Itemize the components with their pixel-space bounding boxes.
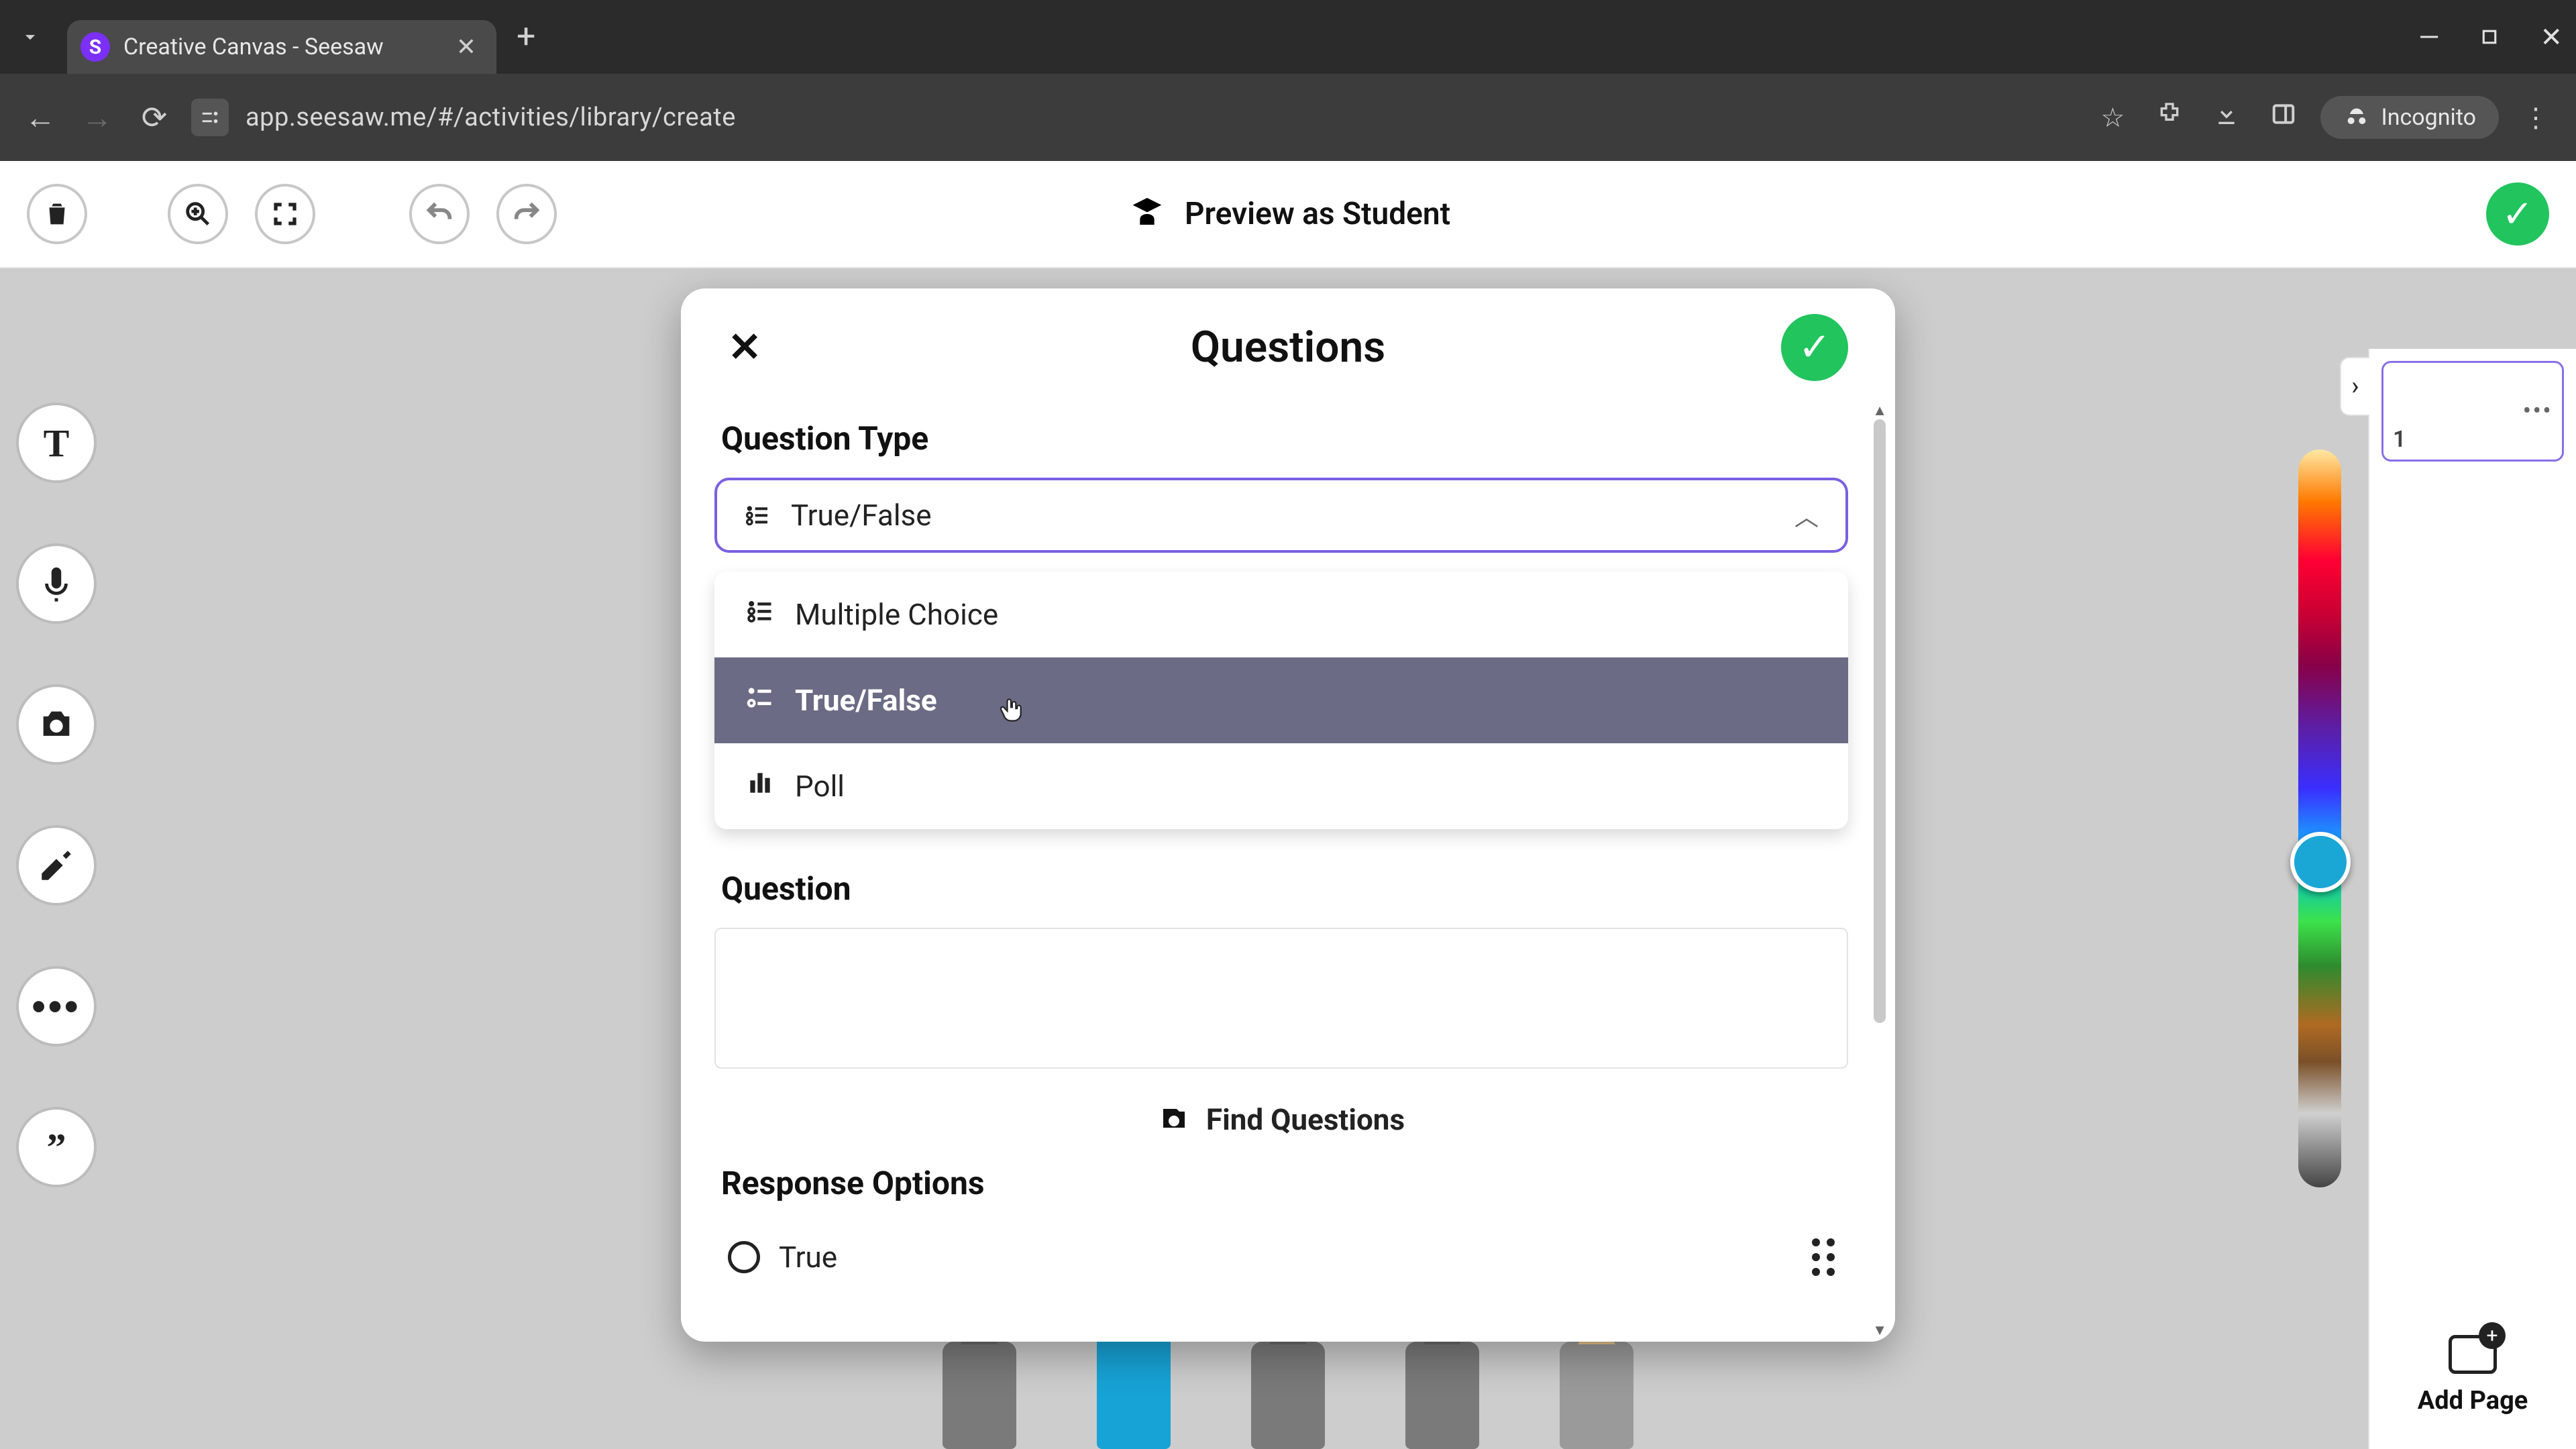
quote-tool[interactable]: ”	[16, 1107, 97, 1187]
camera-tool[interactable]	[16, 684, 97, 765]
modal-body: Question Type True/False ︿ Multiple Choi…	[681, 399, 1895, 1342]
question-section-label: Question	[721, 869, 1848, 908]
fullscreen-icon[interactable]	[255, 184, 315, 244]
question-type-options: Multiple Choice True/False	[714, 572, 1848, 829]
app-topbar: Preview as Student ✓	[0, 161, 2576, 268]
option-poll[interactable]: Poll	[714, 743, 1848, 829]
find-questions-button[interactable]: Find Questions	[714, 1102, 1848, 1137]
bookmark-star-icon[interactable]: ☆	[2092, 102, 2133, 133]
url-text[interactable]: app.seesaw.me/#/activities/library/creat…	[246, 103, 2076, 132]
browser-tab[interactable]: S Creative Canvas - Seesaw ✕	[67, 20, 496, 74]
site-settings-icon[interactable]	[191, 99, 229, 136]
sidepanel-icon[interactable]	[2263, 101, 2304, 133]
modal-header: ✕ Questions ✓	[681, 288, 1895, 399]
extensions-icon[interactable]	[2149, 101, 2190, 134]
pages-panel: › 1 ••• Add Page	[2368, 349, 2576, 1449]
scroll-thumb[interactable]	[1874, 419, 1886, 1023]
downloads-icon[interactable]	[2206, 101, 2247, 134]
seesaw-app: Preview as Student ✓ T ••• ” ›	[0, 161, 2576, 1449]
draw-tool[interactable]	[16, 825, 97, 906]
browser-tabbar: S Creative Canvas - Seesaw ✕ + — ✕	[0, 0, 2576, 74]
question-type-label: Question Type	[721, 419, 1848, 458]
undo-icon[interactable]	[409, 184, 470, 244]
text-tool[interactable]: T	[16, 402, 97, 483]
option-label: True/False	[795, 683, 937, 718]
preview-label: Preview as Student	[1185, 196, 1450, 232]
done-check-button[interactable]: ✓	[2486, 182, 2549, 246]
true-false-icon	[745, 682, 775, 719]
radio-icon[interactable]	[728, 1241, 760, 1273]
poll-icon	[745, 768, 775, 805]
pencil-tool[interactable]	[1560, 1342, 1633, 1449]
window-close-icon[interactable]: ✕	[2540, 21, 2563, 53]
window-minimize-icon[interactable]: —	[2418, 21, 2439, 53]
find-questions-label: Find Questions	[1206, 1102, 1405, 1137]
tabs-dropdown-icon[interactable]	[7, 13, 54, 60]
response-options-label: Response Options	[721, 1164, 1848, 1202]
modal-close-icon[interactable]: ✕	[728, 323, 761, 371]
question-type-selected-value: True/False	[791, 498, 932, 533]
chevron-up-icon: ︿	[1794, 498, 1819, 533]
cursor-hand-icon	[996, 695, 1026, 732]
page-number: 1	[2393, 426, 2406, 453]
browser-addressbar: ← → ⟳ app.seesaw.me/#/activities/library…	[0, 74, 2576, 161]
option-label: Poll	[795, 769, 845, 804]
question-textarea[interactable]	[714, 928, 1848, 1069]
tab-close-icon[interactable]: ✕	[456, 33, 476, 61]
list-icon	[744, 502, 771, 529]
incognito-label: Incognito	[2381, 104, 2476, 131]
browser-menu-icon[interactable]: ⋮	[2516, 102, 2556, 133]
trash-icon[interactable]	[27, 184, 87, 244]
multiple-choice-icon	[745, 596, 775, 633]
window-controls: — ✕	[2418, 21, 2563, 53]
incognito-badge[interactable]: Incognito	[2320, 96, 2499, 139]
pen-tool-3[interactable]	[1251, 1342, 1325, 1449]
new-tab-button[interactable]: +	[517, 17, 535, 56]
tab-favicon: S	[80, 32, 110, 62]
redo-icon[interactable]	[496, 184, 557, 244]
page-menu-icon[interactable]: •••	[2523, 396, 2553, 426]
question-type-select[interactable]: True/False ︿	[714, 478, 1848, 553]
pages-collapse-icon[interactable]: ›	[2340, 357, 2369, 416]
scroll-down-icon[interactable]: ▼	[1872, 1322, 1887, 1339]
more-tools-icon[interactable]: •••	[16, 966, 97, 1046]
tool-rail: T ••• ”	[16, 402, 97, 1187]
nav-reload-icon[interactable]: ⟳	[134, 97, 174, 138]
zoom-in-icon[interactable]	[168, 184, 228, 244]
modal-confirm-button[interactable]: ✓	[1781, 314, 1848, 381]
color-knob[interactable]	[2290, 832, 2351, 892]
add-page-icon	[2449, 1335, 2497, 1374]
nav-back-icon[interactable]: ←	[20, 97, 60, 138]
add-page-label: Add Page	[2418, 1386, 2528, 1415]
response-option-row[interactable]: True	[714, 1222, 1848, 1276]
questions-modal: ✕ Questions ✓ Question Type True/False ︿	[681, 288, 1895, 1342]
option-multiple-choice[interactable]: Multiple Choice	[714, 572, 1848, 657]
marker-tool[interactable]	[1405, 1342, 1479, 1449]
page-thumbnail[interactable]: 1 •••	[2381, 361, 2564, 462]
option-true-false[interactable]: True/False	[714, 657, 1848, 743]
nav-forward-icon: →	[77, 97, 117, 138]
modal-scrollbar[interactable]: ▲ ▼	[1871, 406, 1887, 1335]
microphone-tool[interactable]	[16, 543, 97, 624]
tab-title: Creative Canvas - Seesaw	[123, 34, 443, 60]
window-maximize-icon[interactable]	[2479, 21, 2500, 53]
preview-as-student-button[interactable]: Preview as Student	[1126, 193, 1450, 235]
option-label: Multiple Choice	[795, 597, 998, 632]
pen-tool-1[interactable]	[943, 1342, 1016, 1449]
modal-title: Questions	[1191, 322, 1385, 372]
response-option-text: True	[779, 1240, 837, 1275]
drag-handle-icon[interactable]	[1812, 1238, 1835, 1276]
add-page-button[interactable]: Add Page	[2369, 1308, 2576, 1449]
color-strip[interactable]	[2298, 449, 2341, 1187]
